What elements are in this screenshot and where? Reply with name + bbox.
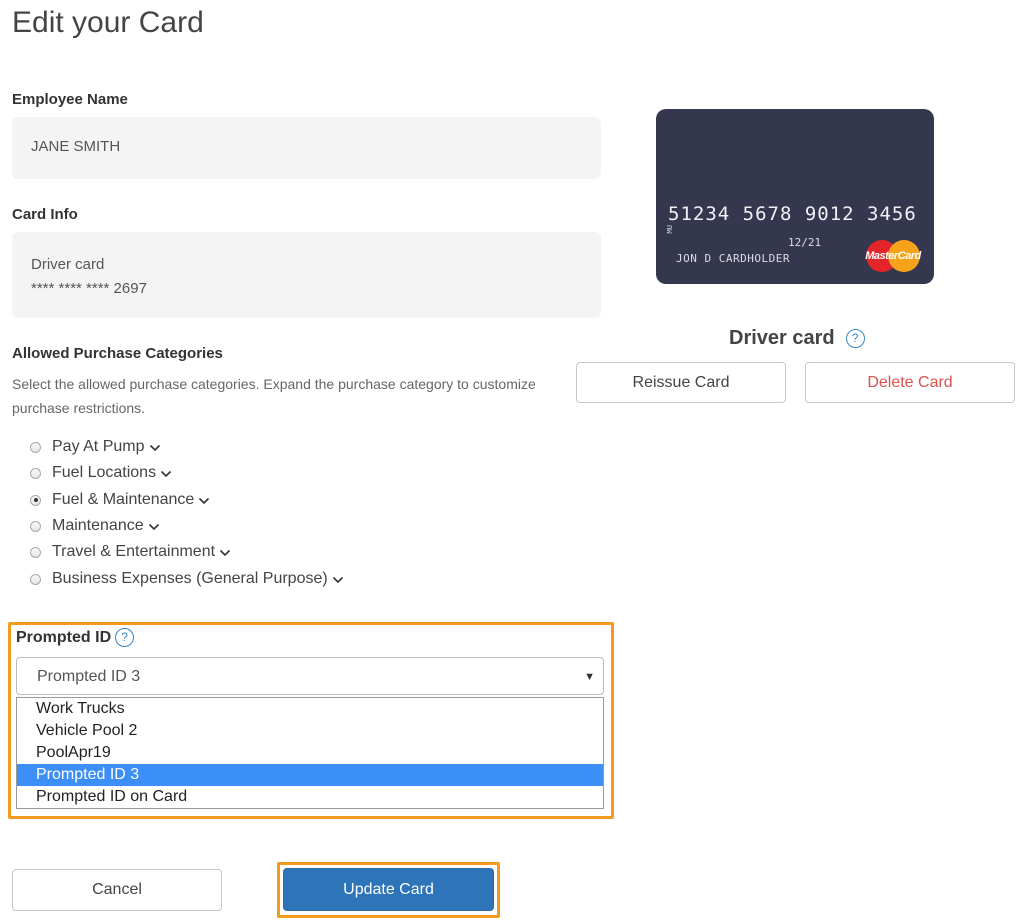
card-caption-row: Driver card ? [729, 327, 865, 350]
card-preview-holder: JON D CARDHOLDER [676, 252, 790, 265]
reissue-card-button[interactable]: Reissue Card [576, 362, 786, 403]
prompted-id-select[interactable]: Prompted ID 3 ▼ [16, 657, 604, 695]
category-option-label: Business Expenses (General Purpose) [52, 570, 328, 587]
categories-description: Select the allowed purchase categories. … [12, 376, 536, 416]
dropdown-arrow-icon: ▼ [584, 671, 595, 683]
help-icon[interactable]: ? [845, 329, 865, 348]
card-info-field: Driver card **** **** **** 2697 [12, 232, 601, 318]
prompted-id-option[interactable]: Vehicle Pool 2 [17, 720, 603, 742]
prompted-id-option[interactable]: PoolApr19 [17, 742, 603, 764]
card-caption: Driver card [729, 327, 835, 349]
prompted-id-selected-value: Prompted ID 3 [37, 668, 141, 685]
category-radio[interactable] [30, 520, 41, 532]
chevron-down-icon[interactable] [148, 520, 160, 532]
category-radio[interactable] [30, 573, 41, 585]
prompted-id-label: Prompted ID [16, 628, 112, 646]
prompted-id-option[interactable]: Prompted ID 3 [17, 764, 603, 786]
card-masked-number: **** **** **** 2697 [31, 280, 147, 297]
card-info-label: Card Info [12, 206, 78, 223]
delete-card-button[interactable]: Delete Card [805, 362, 1015, 403]
category-radio[interactable] [30, 546, 41, 558]
prompted-id-label-row: Prompted ID ? [16, 628, 135, 647]
category-radio[interactable] [30, 441, 41, 453]
employee-name-field: JANE SMITH [12, 117, 601, 179]
mastercard-logo-text: MasterCard [865, 250, 921, 262]
category-option[interactable]: Pay At Pump [30, 434, 161, 460]
chevron-down-icon[interactable] [198, 494, 210, 506]
update-card-button[interactable]: Update Card [283, 868, 494, 911]
category-option-label: Maintenance [52, 517, 144, 534]
prompted-id-option[interactable]: Work Trucks [17, 698, 603, 720]
help-icon[interactable]: ? [115, 628, 135, 647]
page-title: Edit your Card [12, 6, 204, 39]
categories-label: Allowed Purchase Categories [12, 345, 223, 362]
category-option[interactable]: Travel & Entertainment [30, 539, 231, 565]
category-option-label: Pay At Pump [52, 438, 145, 455]
card-preview-expiry: 12/21 [788, 236, 822, 249]
category-radio[interactable] [30, 494, 41, 506]
category-option-label: Fuel Locations [52, 464, 157, 481]
category-option[interactable]: Maintenance [30, 513, 160, 539]
chevron-down-icon[interactable] [160, 467, 172, 479]
employee-name-value: JANE SMITH [31, 138, 121, 155]
card-type-value: Driver card [31, 256, 105, 273]
category-option[interactable]: Fuel Locations [30, 460, 172, 486]
chevron-down-icon[interactable] [219, 546, 231, 558]
category-radio[interactable] [30, 467, 41, 479]
chevron-down-icon[interactable] [332, 573, 344, 585]
category-option-label: Fuel & Maintenance [52, 491, 195, 508]
category-option-label: Travel & Entertainment [52, 543, 216, 560]
card-preview-number: 51234 5678 9012 3456 [668, 203, 917, 225]
mastercard-logo-icon: MasterCard [862, 238, 924, 274]
prompted-id-option[interactable]: Prompted ID on Card [17, 786, 603, 808]
employee-name-label: Employee Name [12, 91, 128, 108]
cancel-button[interactable]: Cancel [12, 869, 222, 911]
card-preview-side-text: MU [666, 225, 674, 234]
prompted-id-options: Work Trucks Vehicle Pool 2 PoolApr19 Prompt… [16, 697, 604, 809]
card-preview: 51234 5678 9012 3456 MU 12/21 JON D CARD… [656, 109, 934, 284]
category-option[interactable]: Fuel & Maintenance [30, 487, 210, 513]
chevron-down-icon[interactable] [149, 441, 161, 453]
category-option[interactable]: Business Expenses (General Purpose) [30, 566, 344, 592]
